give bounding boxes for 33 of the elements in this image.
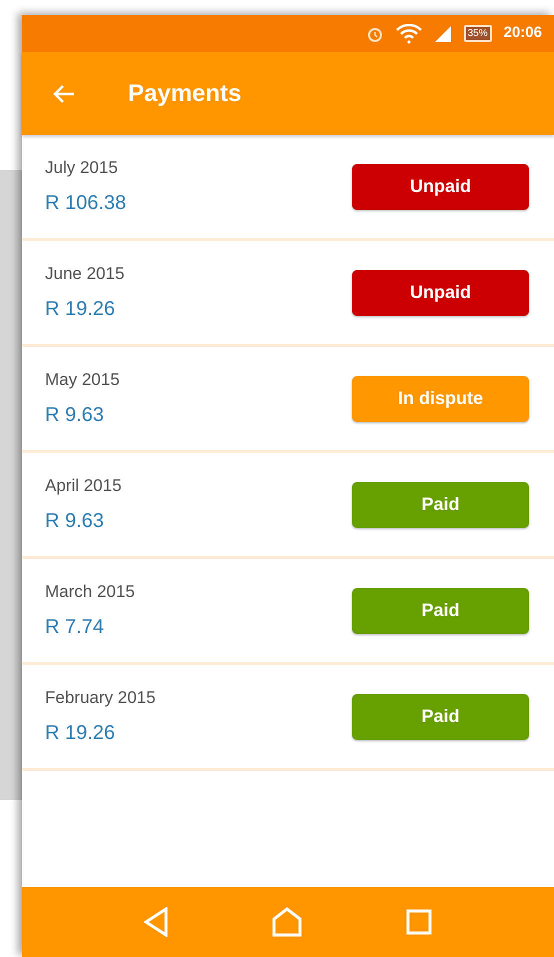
signal-icon bbox=[434, 24, 452, 42]
payment-month: February 2015 bbox=[45, 686, 156, 709]
payment-amount: R 19.26 bbox=[45, 721, 116, 746]
payment-row[interactable]: April 2015 R 9.63 Paid bbox=[22, 453, 554, 559]
payment-month: April 2015 bbox=[45, 474, 122, 497]
status-badge: Paid bbox=[352, 694, 529, 740]
payment-amount: R 7.74 bbox=[45, 615, 105, 640]
payment-month: March 2015 bbox=[45, 580, 135, 603]
payment-month: May 2015 bbox=[45, 368, 120, 391]
clock-time: 20:06 bbox=[504, 23, 542, 44]
screen-title: Payments bbox=[128, 78, 242, 108]
payment-amount: R 9.63 bbox=[45, 403, 105, 428]
payment-row[interactable]: June 2015 R 19.26 Unpaid bbox=[22, 241, 554, 347]
status-badge: Paid bbox=[352, 482, 529, 528]
payment-row[interactable]: March 2015 R 7.74 Paid bbox=[22, 559, 554, 665]
payment-month: June 2015 bbox=[45, 262, 124, 285]
back-arrow-icon bbox=[52, 82, 76, 104]
payment-row[interactable]: February 2015 R 19.26 Paid bbox=[22, 665, 554, 771]
status-badge: Unpaid bbox=[352, 164, 529, 210]
wifi-icon bbox=[396, 24, 422, 44]
status-badge: In dispute bbox=[352, 376, 529, 422]
status-badge: Paid bbox=[352, 588, 529, 634]
battery-indicator: 35% bbox=[464, 25, 492, 42]
square-icon[interactable] bbox=[406, 909, 432, 935]
payment-row[interactable]: May 2015 R 9.63 In dispute bbox=[22, 347, 554, 453]
payment-row[interactable]: July 2015 R 106.38 Unpaid bbox=[22, 135, 554, 241]
payment-amount: R 9.63 bbox=[45, 509, 105, 534]
payment-month: July 2015 bbox=[45, 156, 119, 179]
payment-amount: R 19.26 bbox=[45, 297, 116, 322]
back-triangle-icon[interactable] bbox=[144, 907, 168, 937]
home-icon[interactable] bbox=[272, 907, 302, 937]
status-badge: Unpaid bbox=[352, 270, 529, 316]
payment-amount: R 106.38 bbox=[45, 191, 126, 216]
